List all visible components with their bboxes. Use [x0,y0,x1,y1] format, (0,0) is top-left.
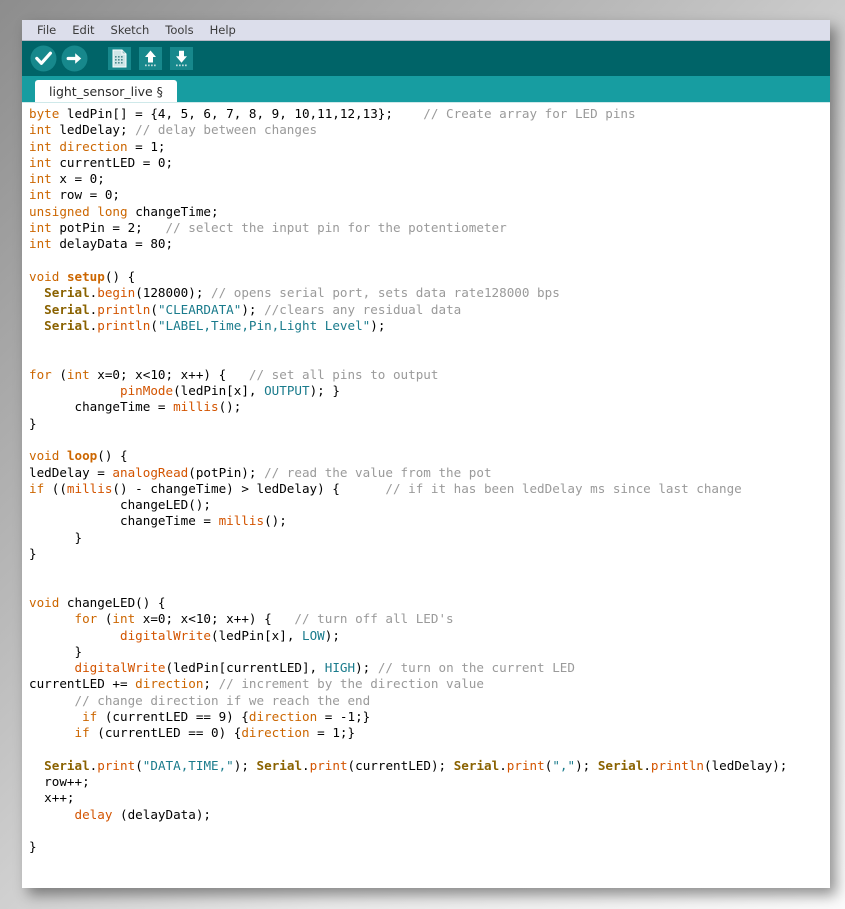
code-line: void loop() { [29,448,128,464]
code-line: } [29,839,37,855]
open-button[interactable] [136,45,164,73]
new-button[interactable] [105,45,133,73]
code-line: } [29,546,37,562]
code-line: Serial.print("DATA,TIME,"); Serial.print… [44,757,788,773]
menu-item-edit[interactable]: Edit [64,21,102,40]
menu-item-sketch[interactable]: Sketch [103,21,158,40]
menu-item-help[interactable]: Help [202,21,244,40]
arrow-right-circle-icon [61,45,87,72]
code-line: // change direction if we reach the end [74,692,371,708]
code-line: int currentLED = 0; [29,154,174,170]
code-line: for (int x=0; x<10; x++) { // set all pi… [29,366,439,382]
code-line: Serial.println("LABEL,Time,Pin,Light Lev… [44,317,386,333]
check-circle-icon [30,45,56,72]
verify-button[interactable] [29,45,57,73]
code-line: Serial.begin(128000); // opens serial po… [44,285,560,301]
editor-area[interactable]: byte ledPin[] = {4, 5, 6, 7, 8, 9, 10,11… [22,102,830,888]
code-line: int row = 0; [29,187,120,203]
new-document-icon [107,47,131,70]
code-line: void changeLED() { [29,594,166,610]
code-line: row++; [29,774,90,790]
code-line: if (currentLED == 9) {direction = -1;} [82,708,371,724]
code-line: digitalWrite(ledPin[x], LOW); [120,627,340,643]
code-line: void setup() { [29,268,136,284]
code-line: int direction = 1; [29,138,166,154]
code-line: } [29,643,83,659]
code-line: ledDelay = analogRead(potPin); // read t… [29,464,492,480]
tab-bar: light_sensor_live § [22,76,830,102]
screenshot-root: File Edit Sketch Tools Help light_sensor… [0,0,845,909]
code-line: } [29,529,83,545]
code-line: changeTime = millis(); [29,513,287,529]
code-line: digitalWrite(ledPin[currentLED], HIGH); … [74,660,575,676]
code-line: unsigned long changeTime; [29,203,219,219]
code-line: changeTime = millis(); [29,399,242,415]
code-line: int delayData = 80; [29,236,174,252]
code-line: int x = 0; [29,171,105,187]
arrow-up-icon [138,47,162,70]
save-button[interactable] [167,45,195,73]
menu-item-file[interactable]: File [29,21,64,40]
code-line: changeLED(); [29,497,211,513]
code-line: int ledDelay; // delay between changes [29,122,318,138]
tab-light-sensor-live[interactable]: light_sensor_live § [35,80,177,102]
menu-bar: File Edit Sketch Tools Help [22,20,830,41]
code-line: for (int x=0; x<10; x++) { // turn off a… [74,611,454,627]
code-line: byte ledPin[] = {4, 5, 6, 7, 8, 9, 10,11… [29,106,636,121]
code-line: } [29,415,37,431]
code-line: x++; [29,790,75,806]
arrow-down-icon [169,47,193,70]
toolbar [22,41,830,76]
code-line: delay (delayData); [74,806,212,822]
menu-item-tools[interactable]: Tools [157,21,201,40]
code-line: pinMode(ledPin[x], OUTPUT); } [120,383,340,399]
code-line: Serial.println("CLEARDATA"); //clears an… [44,301,462,317]
upload-button[interactable] [60,45,88,73]
arduino-ide-window: File Edit Sketch Tools Help light_sensor… [22,20,830,888]
code-line: currentLED += direction; // increment by… [29,676,484,692]
code-editor[interactable]: byte ledPin[] = {4, 5, 6, 7, 8, 9, 10,11… [22,103,830,888]
code-line: if ((millis() - changeTime) > ledDelay) … [29,480,742,496]
code-line: if (currentLED == 0) {direction = 1;} [74,725,356,741]
code-line: int potPin = 2; // select the input pin … [29,220,507,236]
